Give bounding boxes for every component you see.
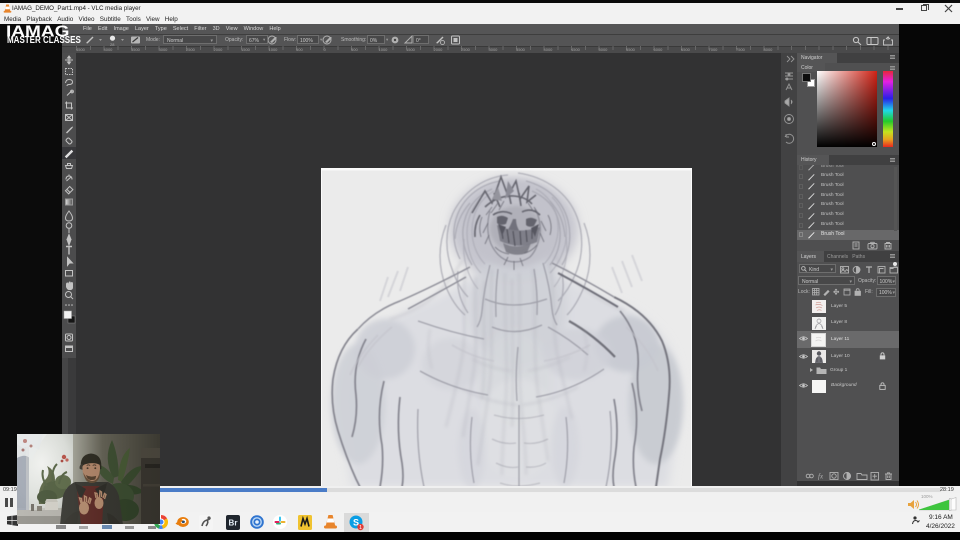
svg-text:fx: fx	[818, 473, 824, 481]
svg-text:1: 1	[359, 525, 362, 531]
svg-text:Br: Br	[229, 518, 238, 527]
